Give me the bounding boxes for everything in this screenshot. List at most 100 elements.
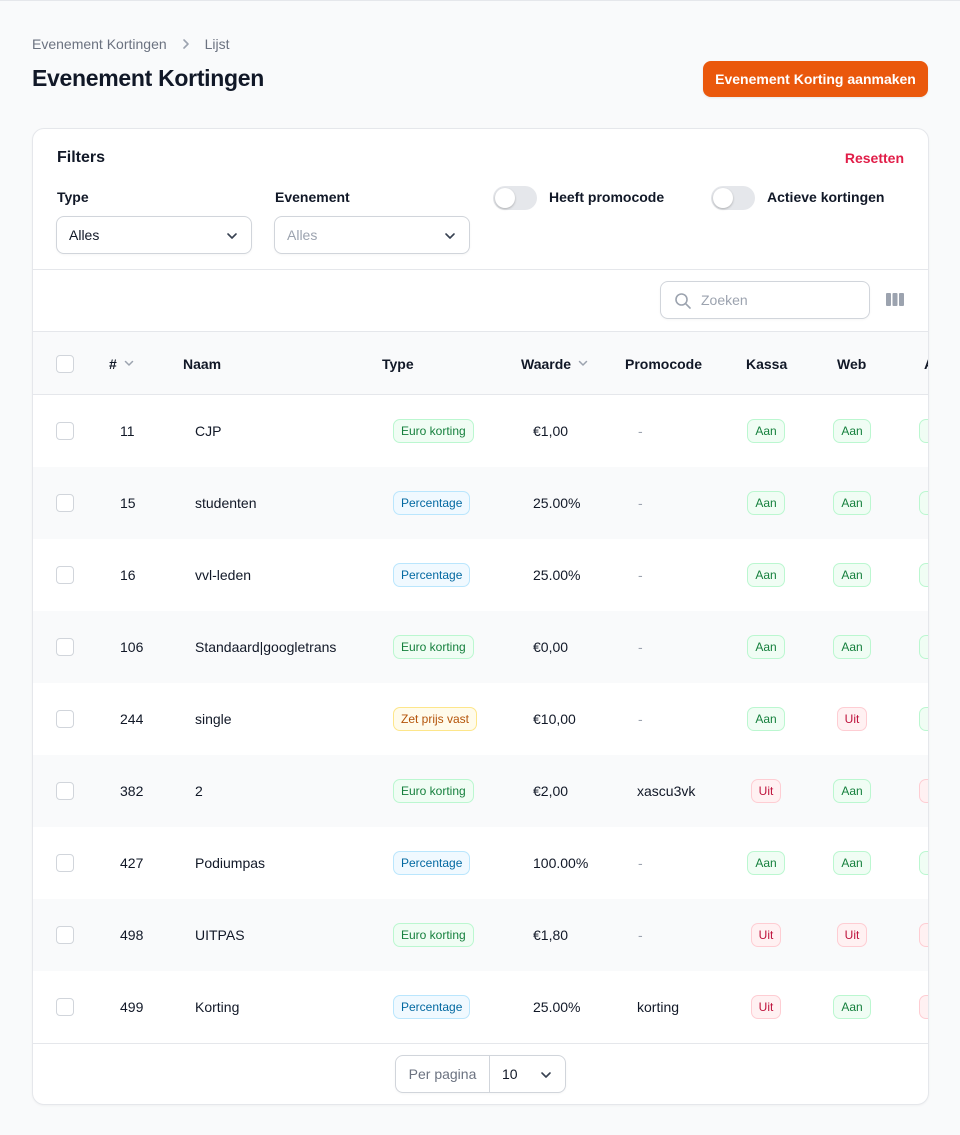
cell-extra: [919, 971, 928, 1043]
page-title: Evenement Kortingen: [32, 65, 265, 91]
table-row[interactable]: 427 Podiumpas Percentage 100.00% - Aan Aan: [33, 827, 928, 899]
cell-type: Percentage: [393, 971, 471, 1043]
column-header-id[interactable]: #: [109, 332, 135, 395]
search-input[interactable]: Zoeken: [660, 281, 870, 319]
row-checkbox[interactable]: [56, 998, 74, 1016]
per-page-select[interactable]: Per pagina 10: [395, 1055, 566, 1093]
reset-filters-link[interactable]: Resetten: [845, 150, 904, 166]
row-checkbox[interactable]: [56, 854, 74, 872]
create-discount-button[interactable]: Evenement Korting aanmaken: [703, 61, 928, 97]
cell-promocode: xascu3vk: [637, 783, 696, 799]
table-row[interactable]: 499 Korting Percentage 25.00% korting Uit Aan: [33, 971, 928, 1043]
column-header-extra: A: [924, 332, 928, 395]
cell-kassa: Uit: [746, 971, 786, 1043]
search-placeholder: Zoeken: [701, 292, 748, 308]
event-filter-select[interactable]: Alles: [274, 216, 470, 254]
type-badge: Percentage: [393, 563, 471, 587]
column-label-id: #: [109, 355, 117, 372]
breadcrumb: Evenement Kortingen Lijst: [32, 36, 230, 52]
cell-id: 16: [120, 567, 136, 583]
cell-value: 25.00%: [533, 567, 581, 583]
cell-promocode: -: [638, 711, 643, 727]
type-badge: Percentage: [393, 851, 471, 875]
event-filter-placeholder: Alles: [287, 227, 318, 243]
extra-status-badge: [919, 779, 928, 803]
has-promocode-toggle[interactable]: [493, 186, 537, 210]
row-checkbox[interactable]: [56, 926, 74, 944]
cell-extra: [919, 539, 928, 611]
footer-divider: [33, 1043, 928, 1044]
cell-web: Uit: [832, 683, 872, 755]
cell-type: Percentage: [393, 539, 471, 611]
cell-name: CJP: [195, 423, 222, 439]
cell-id: 499: [120, 999, 144, 1015]
web-status-badge: Uit: [836, 707, 868, 731]
cell-extra: [919, 899, 928, 971]
columns-icon[interactable]: [885, 292, 905, 311]
select-all-checkbox[interactable]: [56, 355, 74, 373]
cell-id: 382: [120, 783, 144, 799]
type-filter-label: Type: [57, 189, 89, 205]
row-checkbox[interactable]: [56, 566, 74, 584]
row-checkbox[interactable]: [56, 638, 74, 656]
active-discounts-label: Actieve kortingen: [767, 189, 885, 205]
cell-type: Percentage: [393, 827, 471, 899]
row-checkbox[interactable]: [56, 710, 74, 728]
cell-value: €10,00: [533, 711, 576, 727]
cell-extra: [919, 755, 928, 827]
column-header-promocode: Promocode: [625, 355, 703, 372]
type-filter-select[interactable]: Alles: [56, 216, 252, 254]
cell-web: Aan: [832, 755, 872, 827]
cell-name: Korting: [195, 999, 240, 1015]
kassa-status-badge: Aan: [747, 491, 785, 515]
table-row[interactable]: 11 CJP Euro korting €1,00 - Aan Aan: [33, 395, 928, 467]
web-status-badge: Aan: [833, 995, 871, 1019]
filters-divider: [33, 269, 928, 270]
breadcrumb-item-kortingen[interactable]: Evenement Kortingen: [32, 36, 167, 52]
cell-promocode: -: [638, 927, 643, 943]
column-header-kassa: Kassa: [746, 355, 788, 372]
column-header-value[interactable]: Waarde: [521, 332, 589, 395]
cell-kassa: Aan: [746, 539, 786, 611]
filters-title: Filters: [57, 149, 106, 166]
type-badge: Percentage: [393, 491, 471, 515]
row-checkbox[interactable]: [56, 422, 74, 440]
cell-promocode: -: [638, 639, 643, 655]
cell-type: Euro korting: [393, 899, 474, 971]
web-status-badge: Aan: [833, 419, 871, 443]
type-badge: Euro korting: [393, 419, 474, 443]
cell-kassa: Aan: [746, 827, 786, 899]
per-page-value-wrapper[interactable]: 10: [490, 1056, 565, 1092]
chevron-down-icon: [539, 1068, 553, 1085]
has-promocode-label: Heeft promocode: [549, 189, 665, 205]
cell-name: Standaard|googletrans: [195, 639, 337, 655]
row-checkbox[interactable]: [56, 494, 74, 512]
extra-status-badge: [919, 635, 928, 659]
search-icon: [674, 292, 692, 313]
cell-name: Podiumpas: [195, 855, 266, 871]
type-badge: Percentage: [393, 995, 471, 1019]
table-row[interactable]: 106 Standaard|googletrans Euro korting €0,0…: [33, 611, 928, 683]
cell-type: Euro korting: [393, 395, 474, 467]
cell-id: 498: [120, 927, 144, 943]
chevron-right-icon: [180, 38, 192, 50]
cell-extra: [919, 827, 928, 899]
table-row[interactable]: 382 2 Euro korting €2,00 xascu3vk Uit Aan: [33, 755, 928, 827]
sort-chevron-icon: [123, 356, 135, 372]
discounts-card: Filters Resetten Type Alles Evenement Al…: [32, 128, 929, 1105]
row-checkbox[interactable]: [56, 782, 74, 800]
table-row[interactable]: 16 vvl-leden Percentage 25.00% - Aan Aan: [33, 539, 928, 611]
type-badge: Euro korting: [393, 923, 474, 947]
web-status-badge: Aan: [833, 491, 871, 515]
kassa-status-badge: Aan: [747, 635, 785, 659]
table-row[interactable]: 15 studenten Percentage 25.00% - Aan Aan: [33, 467, 928, 539]
active-discounts-toggle[interactable]: [711, 186, 755, 210]
cell-extra: [919, 467, 928, 539]
table-row[interactable]: 498 UITPAS Euro korting €1,80 - Uit Uit: [33, 899, 928, 971]
kassa-status-badge: Uit: [750, 779, 782, 803]
cell-promocode: -: [638, 855, 643, 871]
cell-value: €0,00: [533, 639, 569, 655]
cell-promocode: -: [638, 495, 643, 511]
table-row[interactable]: 244 single Zet prijs vast €10,00 - Aan Uit: [33, 683, 928, 755]
cell-name: 2: [195, 783, 203, 799]
